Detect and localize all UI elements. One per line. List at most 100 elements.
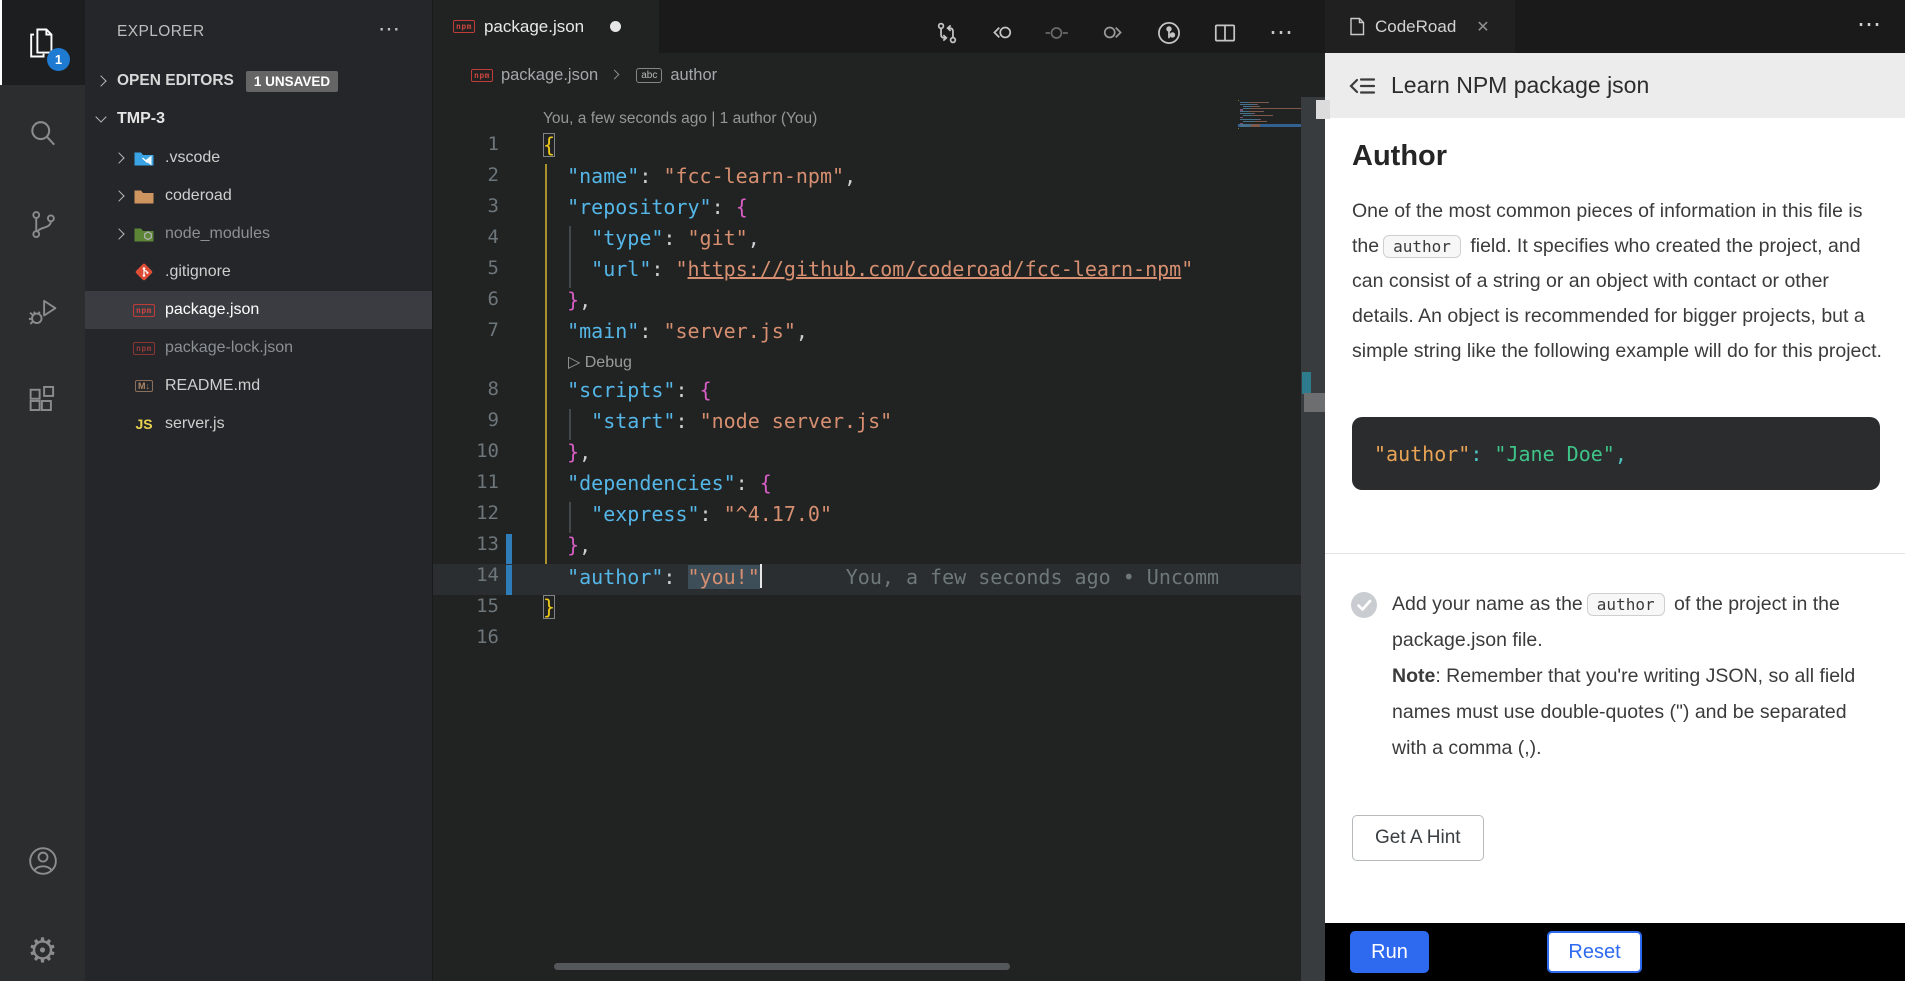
code-line-15[interactable]: 15} [433, 595, 1301, 626]
code-text: "author": "you!"You, a few seconds ago •… [543, 564, 1219, 589]
chevron-spacer [111, 339, 129, 357]
current-position-icon [1044, 20, 1070, 46]
file-label: coderoad [165, 187, 232, 205]
search-activity-button[interactable] [0, 91, 85, 176]
navigate-back-icon[interactable] [989, 20, 1015, 46]
tree-item-package-lock.json[interactable]: npmpackage-lock.json [85, 329, 432, 367]
code-line-9[interactable]: 9 "start": "node server.js" [433, 409, 1301, 440]
code-line-2[interactable]: 2 "name": "fcc-learn-npm", [433, 164, 1301, 195]
editor-tab-bar: npm package.json [433, 0, 1325, 53]
tree-item-.gitignore[interactable]: .gitignore [85, 253, 432, 291]
line-number: 13 [433, 533, 499, 555]
scrollbar-thumb[interactable] [1304, 393, 1326, 412]
line-number: 7 [433, 319, 499, 341]
codelens[interactable]: ▷ Debug [433, 350, 1301, 378]
npm-icon: npm [131, 342, 157, 355]
code-text: { [543, 133, 555, 157]
activity-bar: 1 [0, 0, 85, 981]
account-icon [24, 842, 62, 880]
code-line-11[interactable]: 11 "dependencies": { [433, 471, 1301, 502]
open-editors-label: OPEN EDITORS [117, 72, 234, 90]
code-line-14[interactable]: 14 "author": "you!"You, a few seconds ag… [433, 564, 1301, 595]
breadcrumb-symbol[interactable]: author [670, 66, 717, 85]
line-number: 3 [433, 195, 499, 217]
source-control-icon [25, 206, 61, 242]
code-line-12[interactable]: 12 "express": "^4.17.0" [433, 502, 1301, 533]
run-button[interactable]: Run [1350, 931, 1429, 973]
explorer-more-actions-icon[interactable]: ⋯ [378, 16, 400, 42]
account-button[interactable] [0, 818, 85, 903]
tree-item-package.json[interactable]: npmpackage.json [85, 291, 432, 329]
code-line-8[interactable]: 8 "scripts": { [433, 378, 1301, 409]
explorer-sidebar: EXPLORER ⋯ OPEN EDITORS 1 UNSAVED TMP-3 … [85, 0, 432, 981]
tab-package-json[interactable]: npm package.json [433, 0, 659, 53]
code-line-16[interactable]: 16 [433, 626, 1301, 657]
editor-scrollbar[interactable] [1301, 97, 1326, 981]
open-editors-section[interactable]: OPEN EDITORS 1 UNSAVED [85, 62, 432, 100]
line-number: 4 [433, 226, 499, 248]
line-number: 2 [433, 164, 499, 186]
unsaved-dot-icon[interactable] [610, 21, 621, 32]
code-line-1[interactable]: 1{ [433, 133, 1301, 164]
code-text: "url": "https://github.com/coderoad/fcc-… [543, 257, 1193, 281]
line-number: 11 [433, 471, 499, 493]
get-hint-button[interactable]: Get A Hint [1352, 815, 1484, 861]
chevron-right-icon [93, 72, 111, 90]
file-label: README.md [165, 377, 260, 395]
line-number: 16 [433, 626, 499, 648]
line-number: 1 [433, 133, 499, 155]
code-text: "express": "^4.17.0" [543, 502, 832, 526]
code-text: "repository": { [543, 195, 748, 219]
file-icon [1349, 17, 1365, 36]
file-tree: .vscodecoderoadnode_modules.gitignorenpm… [85, 139, 432, 443]
compare-changes-icon[interactable] [934, 20, 960, 46]
tutorial-header: Learn NPM package json [1325, 53, 1905, 118]
navigate-forward-icon[interactable] [1100, 20, 1126, 46]
code-line-5[interactable]: 5 "url": "https://github.com/coderoad/fc… [433, 257, 1301, 288]
code-line-13[interactable]: 13 }, [433, 533, 1301, 564]
panel-more-actions-icon[interactable]: ⋯ [1857, 10, 1881, 39]
explorer-activity-button[interactable]: 1 [0, 0, 85, 85]
code-line-10[interactable]: 10 }, [433, 440, 1301, 471]
tree-item-coderoad[interactable]: coderoad [85, 177, 432, 215]
source-control-activity-button[interactable] [0, 181, 85, 266]
workspace-root-label: TMP-3 [117, 110, 165, 128]
markdown-icon: M↓ [131, 380, 157, 392]
codelens[interactable]: You, a few seconds ago | 1 author (You) [433, 107, 1301, 133]
reset-button[interactable]: Reset [1547, 931, 1642, 973]
workspace-root-item[interactable]: TMP-3 [85, 100, 432, 138]
file-label: node_modules [165, 225, 270, 243]
close-icon[interactable]: ✕ [1476, 17, 1489, 37]
extensions-icon [25, 383, 61, 419]
code-line-4[interactable]: 4 "type": "git", [433, 226, 1301, 257]
extensions-activity-button[interactable] [0, 358, 85, 443]
breadcrumb: npm package.json abc author [433, 53, 1325, 97]
file-label: .vscode [165, 149, 220, 167]
search-icon [25, 116, 61, 152]
run-debug-activity-button[interactable] [0, 268, 85, 353]
chevron-spacer [111, 415, 129, 433]
tree-item-README.md[interactable]: M↓ README.md [85, 367, 432, 405]
tutorial-title: Learn NPM package json [1391, 72, 1649, 99]
code-line-7[interactable]: 7 "main": "server.js", [433, 319, 1301, 350]
lesson-heading: Author [1352, 140, 1447, 173]
tree-item-node_modules[interactable]: node_modules [85, 215, 432, 253]
minimap[interactable] [1238, 100, 1301, 131]
tab-coderoad[interactable]: CodeRoad ✕ [1325, 0, 1515, 53]
breadcrumb-file[interactable]: package.json [501, 66, 598, 85]
horizontal-scrollbar[interactable] [554, 963, 1010, 970]
lesson-description: One of the most common pieces of informa… [1352, 194, 1884, 369]
code-line-6[interactable]: 6 }, [433, 288, 1301, 319]
tree-item-server.js[interactable]: JSserver.js [85, 405, 432, 443]
editor-more-actions-icon[interactable]: ⋯ [1268, 20, 1294, 46]
code-line-3[interactable]: 3 "repository": { [433, 195, 1301, 226]
split-editor-icon[interactable] [1212, 20, 1238, 46]
source-control-graph-icon[interactable] [1156, 20, 1182, 46]
coderoad-panel: CodeRoad ✕ ⋯ Learn NPM package json Auth… [1325, 0, 1905, 981]
line-number: 12 [433, 502, 499, 524]
symbol-string-icon: abc [636, 68, 662, 83]
tree-item-.vscode[interactable]: .vscode [85, 139, 432, 177]
divider [1325, 553, 1905, 554]
settings-button[interactable]: ⚙ [0, 908, 85, 981]
collapse-menu-icon[interactable] [1347, 74, 1377, 98]
